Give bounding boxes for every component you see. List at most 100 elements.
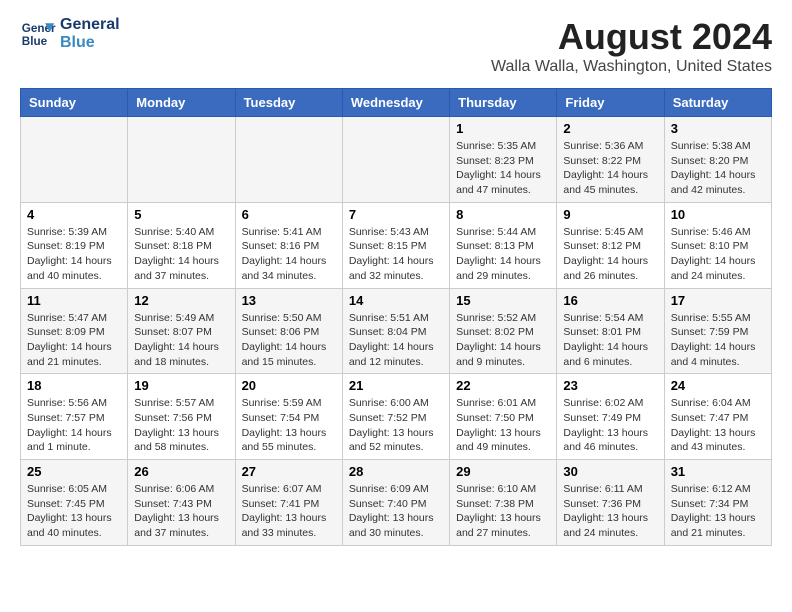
- day-info: Sunrise: 5:47 AMSunset: 8:09 PMDaylight:…: [27, 311, 121, 370]
- day-info: Sunrise: 6:09 AMSunset: 7:40 PMDaylight:…: [349, 482, 443, 541]
- day-number: 8: [456, 207, 550, 222]
- day-info: Sunrise: 6:05 AMSunset: 7:45 PMDaylight:…: [27, 482, 121, 541]
- day-cell: [128, 117, 235, 203]
- day-cell: 25 Sunrise: 6:05 AMSunset: 7:45 PMDayligh…: [21, 460, 128, 546]
- week-row-4: 18 Sunrise: 5:56 AMSunset: 7:57 PMDayligh…: [21, 374, 772, 460]
- day-info: Sunrise: 5:59 AMSunset: 7:54 PMDaylight:…: [242, 396, 336, 455]
- day-number: 2: [563, 121, 657, 136]
- day-cell: 11 Sunrise: 5:47 AMSunset: 8:09 PMDayligh…: [21, 288, 128, 374]
- day-info: Sunrise: 5:51 AMSunset: 8:04 PMDaylight:…: [349, 311, 443, 370]
- day-cell: 26 Sunrise: 6:06 AMSunset: 7:43 PMDayligh…: [128, 460, 235, 546]
- day-info: Sunrise: 6:07 AMSunset: 7:41 PMDaylight:…: [242, 482, 336, 541]
- header-friday: Friday: [557, 89, 664, 117]
- day-cell: 2Sunrise: 5:36 AMSunset: 8:22 PMDaylight…: [557, 117, 664, 203]
- day-cell: 28 Sunrise: 6:09 AMSunset: 7:40 PMDayligh…: [342, 460, 449, 546]
- week-row-1: 1 Sunrise: 5:35 AMSunset: 8:23 PMDaylight…: [21, 117, 772, 203]
- day-number: 19: [134, 378, 228, 393]
- day-number: 21: [349, 378, 443, 393]
- day-number: 9: [563, 207, 657, 222]
- day-info: Sunrise: 6:04 AMSunset: 7:47 PMDaylight:…: [671, 396, 765, 455]
- day-cell: 31Sunrise: 6:12 AMSunset: 7:34 PMDayligh…: [664, 460, 771, 546]
- day-number: 13: [242, 293, 336, 308]
- day-info: Sunrise: 6:01 AMSunset: 7:50 PMDaylight:…: [456, 396, 550, 455]
- day-number: 15: [456, 293, 550, 308]
- week-row-5: 25 Sunrise: 6:05 AMSunset: 7:45 PMDayligh…: [21, 460, 772, 546]
- day-cell: 17Sunrise: 5:55 AMSunset: 7:59 PMDayligh…: [664, 288, 771, 374]
- day-number: 20: [242, 378, 336, 393]
- day-cell: 21 Sunrise: 6:00 AMSunset: 7:52 PMDayligh…: [342, 374, 449, 460]
- day-number: 25: [27, 464, 121, 479]
- day-cell: 30Sunrise: 6:11 AMSunset: 7:36 PMDayligh…: [557, 460, 664, 546]
- day-info: Sunrise: 6:06 AMSunset: 7:43 PMDaylight:…: [134, 482, 228, 541]
- day-cell: 10 Sunrise: 5:46 AMSunset: 8:10 PMDayligh…: [664, 202, 771, 288]
- day-info: Sunrise: 5:46 AMSunset: 8:10 PMDaylight:…: [671, 225, 765, 284]
- logo: General Blue General Blue: [20, 16, 120, 52]
- day-cell: 27Sunrise: 6:07 AMSunset: 7:41 PMDayligh…: [235, 460, 342, 546]
- header-thursday: Thursday: [450, 89, 557, 117]
- day-number: 18: [27, 378, 121, 393]
- day-number: 31: [671, 464, 765, 479]
- day-number: 4: [27, 207, 121, 222]
- day-number: 11: [27, 293, 121, 308]
- day-info: Sunrise: 5:43 AMSunset: 8:15 PMDaylight:…: [349, 225, 443, 284]
- day-cell: 4 Sunrise: 5:39 AMSunset: 8:19 PMDaylight…: [21, 202, 128, 288]
- day-info: Sunrise: 5:49 AMSunset: 8:07 PMDaylight:…: [134, 311, 228, 370]
- day-cell: 6Sunrise: 5:41 AMSunset: 8:16 PMDaylight…: [235, 202, 342, 288]
- day-cell: 13 Sunrise: 5:50 AMSunset: 8:06 PMDayligh…: [235, 288, 342, 374]
- day-number: 6: [242, 207, 336, 222]
- day-cell: 1 Sunrise: 5:35 AMSunset: 8:23 PMDaylight…: [450, 117, 557, 203]
- day-info: Sunrise: 5:44 AMSunset: 8:13 PMDaylight:…: [456, 225, 550, 284]
- title-block: August 2024 Walla Walla, Washington, Uni…: [491, 16, 772, 76]
- day-info: Sunrise: 5:35 AMSunset: 8:23 PMDaylight:…: [456, 139, 550, 198]
- calendar-table: SundayMondayTuesdayWednesdayThursdayFrid…: [20, 88, 772, 546]
- day-cell: [235, 117, 342, 203]
- day-info: Sunrise: 5:52 AMSunset: 8:02 PMDaylight:…: [456, 311, 550, 370]
- day-number: 16: [563, 293, 657, 308]
- logo-text-blue: Blue: [60, 34, 120, 52]
- day-info: Sunrise: 6:00 AMSunset: 7:52 PMDaylight:…: [349, 396, 443, 455]
- day-cell: 18 Sunrise: 5:56 AMSunset: 7:57 PMDayligh…: [21, 374, 128, 460]
- day-number: 22: [456, 378, 550, 393]
- day-number: 1: [456, 121, 550, 136]
- day-cell: 23 Sunrise: 6:02 AMSunset: 7:49 PMDayligh…: [557, 374, 664, 460]
- header: General Blue General Blue August 2024 Wa…: [20, 16, 772, 76]
- day-cell: 15 Sunrise: 5:52 AMSunset: 8:02 PMDayligh…: [450, 288, 557, 374]
- day-cell: 22 Sunrise: 6:01 AMSunset: 7:50 PMDayligh…: [450, 374, 557, 460]
- day-cell: 12 Sunrise: 5:49 AMSunset: 8:07 PMDayligh…: [128, 288, 235, 374]
- day-info: Sunrise: 5:55 AMSunset: 7:59 PMDaylight:…: [671, 311, 765, 370]
- day-number: 7: [349, 207, 443, 222]
- day-number: 10: [671, 207, 765, 222]
- logo-text-general: General: [60, 16, 120, 34]
- logo-icon: General Blue: [20, 16, 56, 52]
- day-info: Sunrise: 5:40 AMSunset: 8:18 PMDaylight:…: [134, 225, 228, 284]
- day-cell: [21, 117, 128, 203]
- day-number: 23: [563, 378, 657, 393]
- day-info: Sunrise: 6:10 AMSunset: 7:38 PMDaylight:…: [456, 482, 550, 541]
- day-cell: 19 Sunrise: 5:57 AMSunset: 7:56 PMDayligh…: [128, 374, 235, 460]
- header-monday: Monday: [128, 89, 235, 117]
- header-tuesday: Tuesday: [235, 89, 342, 117]
- day-number: 30: [563, 464, 657, 479]
- day-cell: 8 Sunrise: 5:44 AMSunset: 8:13 PMDaylight…: [450, 202, 557, 288]
- day-cell: 29Sunrise: 6:10 AMSunset: 7:38 PMDayligh…: [450, 460, 557, 546]
- day-cell: 16Sunrise: 5:54 AMSunset: 8:01 PMDayligh…: [557, 288, 664, 374]
- calendar-header-row: SundayMondayTuesdayWednesdayThursdayFrid…: [21, 89, 772, 117]
- day-info: Sunrise: 5:45 AMSunset: 8:12 PMDaylight:…: [563, 225, 657, 284]
- day-info: Sunrise: 5:57 AMSunset: 7:56 PMDaylight:…: [134, 396, 228, 455]
- day-info: Sunrise: 5:56 AMSunset: 7:57 PMDaylight:…: [27, 396, 121, 455]
- day-info: Sunrise: 5:39 AMSunset: 8:19 PMDaylight:…: [27, 225, 121, 284]
- day-number: 26: [134, 464, 228, 479]
- header-wednesday: Wednesday: [342, 89, 449, 117]
- day-info: Sunrise: 6:02 AMSunset: 7:49 PMDaylight:…: [563, 396, 657, 455]
- calendar-subtitle: Walla Walla, Washington, United States: [491, 58, 772, 76]
- day-info: Sunrise: 5:50 AMSunset: 8:06 PMDaylight:…: [242, 311, 336, 370]
- header-saturday: Saturday: [664, 89, 771, 117]
- day-number: 12: [134, 293, 228, 308]
- day-number: 28: [349, 464, 443, 479]
- day-cell: 9 Sunrise: 5:45 AMSunset: 8:12 PMDaylight…: [557, 202, 664, 288]
- day-number: 3: [671, 121, 765, 136]
- day-cell: 5 Sunrise: 5:40 AMSunset: 8:18 PMDaylight…: [128, 202, 235, 288]
- day-cell: 7 Sunrise: 5:43 AMSunset: 8:15 PMDaylight…: [342, 202, 449, 288]
- day-number: 5: [134, 207, 228, 222]
- calendar-title: August 2024: [491, 16, 772, 58]
